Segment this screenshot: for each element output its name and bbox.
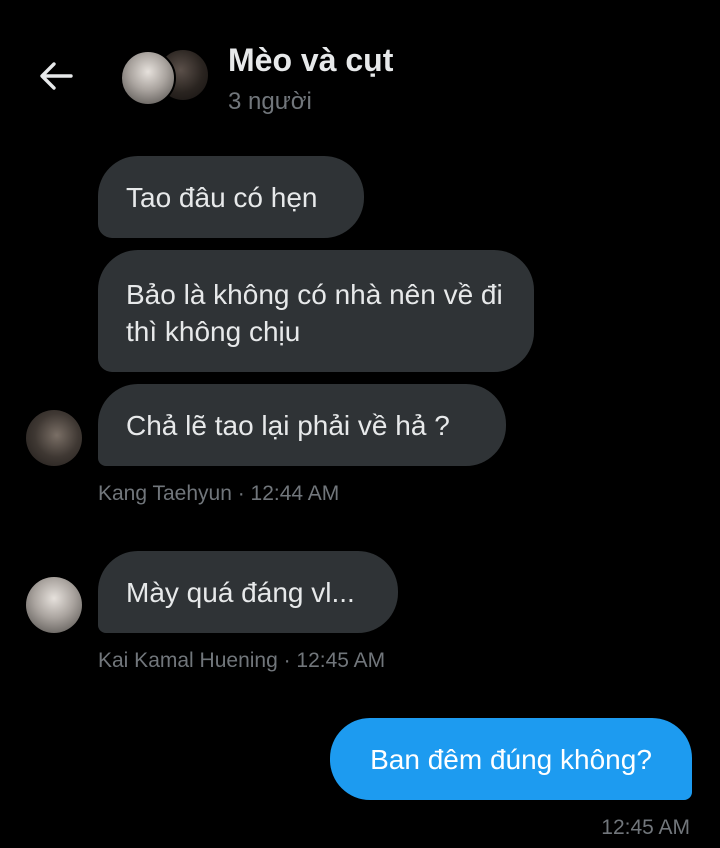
message-timestamp: 12:45 AM [601, 816, 690, 839]
message-bubble[interactable]: Chả lẽ tao lại phải về hả ? [98, 384, 506, 466]
message-bubble[interactable]: Tao đâu có hẹn [98, 156, 364, 238]
member-avatar-kai [120, 50, 176, 106]
avatar[interactable] [26, 410, 82, 466]
message-text: Bảo là không có nhà nên về đi thì không … [126, 279, 503, 347]
outgoing-message-bubble[interactable]: Ban đêm đúng không? [330, 718, 692, 800]
avatar[interactable] [26, 577, 82, 633]
group-avatar[interactable] [120, 48, 210, 106]
message-text: Mày quá đáng vl... [126, 576, 355, 608]
member-count: 3 người [228, 88, 312, 115]
back-button[interactable] [30, 54, 82, 98]
message-meta: Kang Taehyun · 12:44 AM [98, 482, 340, 505]
message-text: Tao đâu có hẹn [126, 181, 318, 213]
message-text: Chả lẽ tao lại phải về hả ? [126, 409, 450, 441]
message-meta: Kai Kamal Huening · 12:45 AM [98, 649, 386, 672]
message-text: Ban đêm đúng không? [370, 743, 652, 775]
message-bubble[interactable]: Bảo là không có nhà nên về đi thì không … [98, 250, 534, 372]
arrow-left-icon [40, 62, 73, 90]
conversation-title[interactable]: Mèo và cụt [228, 42, 393, 79]
message-bubble[interactable]: Mày quá đáng vl... [98, 551, 398, 633]
